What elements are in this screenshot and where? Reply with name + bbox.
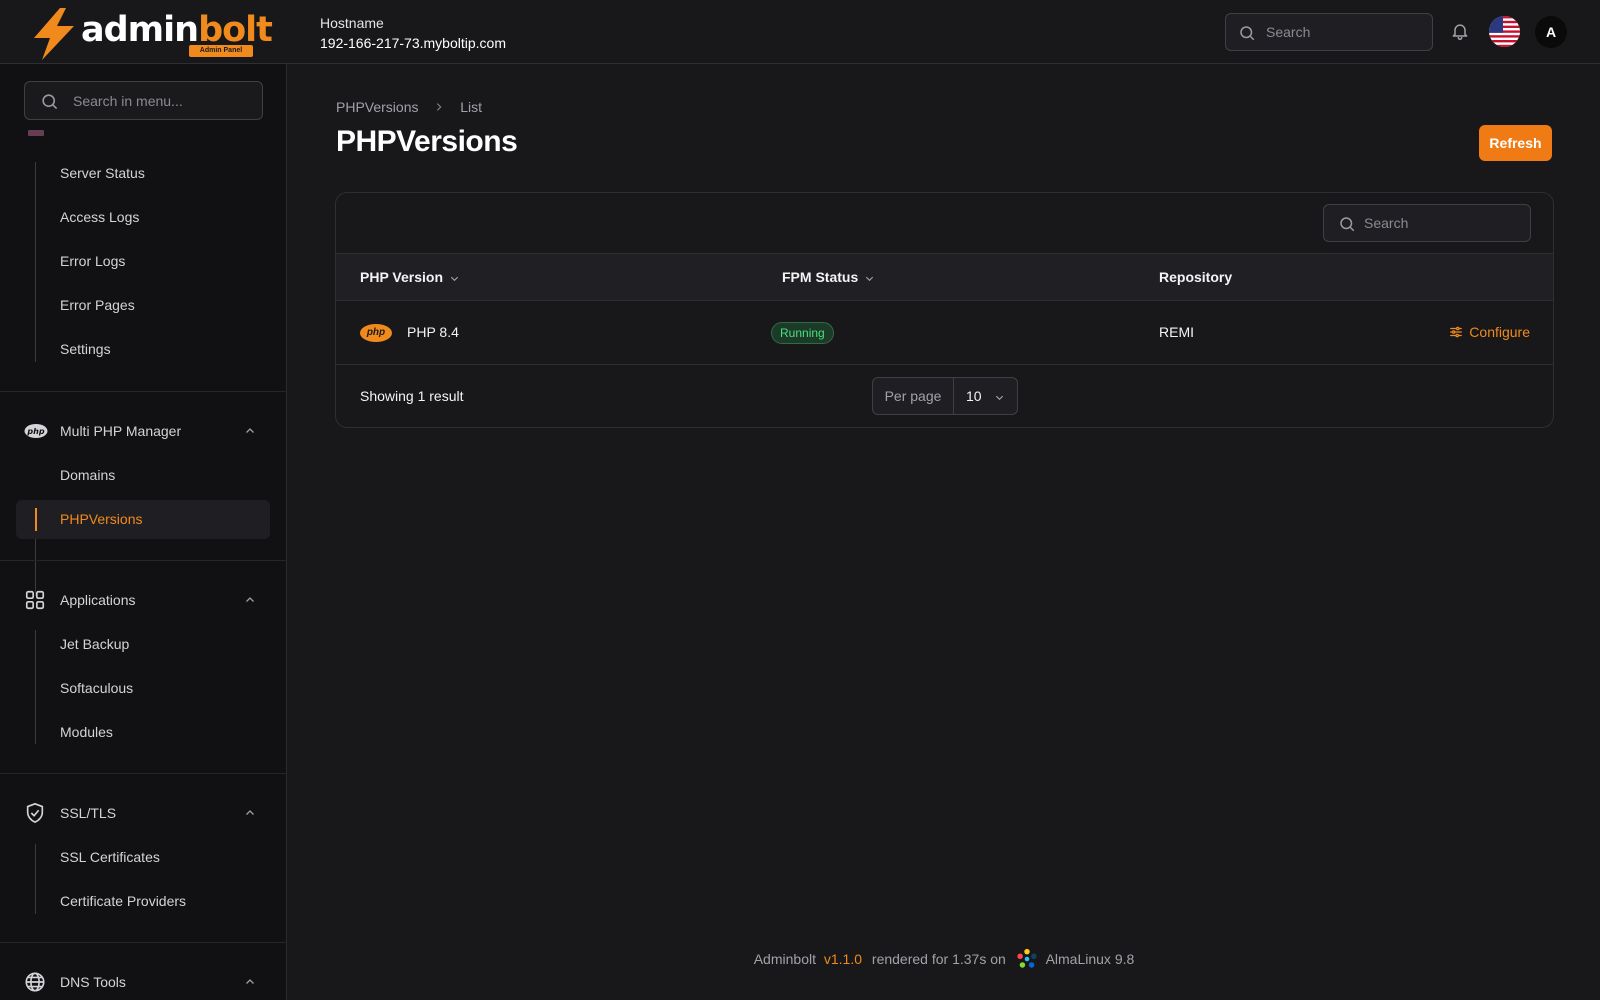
breadcrumb: PHPVersions List xyxy=(336,96,482,117)
sidebar-group-dns-tools[interactable]: DNS Tools xyxy=(16,962,270,1000)
shield-check-icon xyxy=(26,803,44,823)
top-bar: adminbolt Admin Panel Hostname 192-166-2… xyxy=(0,0,1600,64)
sidebar-item-server-status[interactable]: Server Status xyxy=(16,154,270,193)
adminbolt-logo[interactable]: adminbolt Admin Panel xyxy=(30,8,273,60)
column-header-php-version[interactable]: PHP Version xyxy=(360,254,460,300)
chevron-right-icon xyxy=(434,101,444,113)
sidebar-divider xyxy=(0,560,286,561)
phpversions-table-card: PHP Version FPM Status Repository php PH… xyxy=(335,192,1554,428)
logo-wordmark: adminbolt xyxy=(81,10,273,50)
sidebar: Server Status Access Logs Error Logs Err… xyxy=(0,64,287,1000)
column-header-repository: Repository xyxy=(1159,269,1233,285)
footer-render-time: rendered for 1.37s on xyxy=(871,951,1006,968)
chevron-down-icon xyxy=(995,395,1004,401)
sidebar-group-label: Multi PHP Manager xyxy=(60,423,182,439)
chevron-up-icon xyxy=(246,810,254,815)
per-page-label: Per page xyxy=(873,378,954,414)
bolt-icon xyxy=(34,8,74,60)
sidebar-group-ssl-tls[interactable]: SSL/TLS xyxy=(16,793,270,833)
sidebar-divider xyxy=(0,391,286,392)
php-icon: php xyxy=(360,324,392,342)
table-row[interactable]: php PHP 8.4 Running REMI Configure xyxy=(336,301,1553,365)
table-search[interactable] xyxy=(1323,204,1531,242)
hostname-block: Hostname 192-166-217-73.myboltip.com xyxy=(320,13,506,53)
almalinux-icon xyxy=(1016,948,1038,970)
footer-os: AlmaLinux 9.8 xyxy=(1045,951,1135,968)
active-indicator xyxy=(35,508,37,531)
chevron-up-icon xyxy=(246,428,254,433)
page-title: PHPVersions xyxy=(336,125,518,158)
php-version-cell: PHP 8.4 xyxy=(407,324,459,340)
table-footer: Showing 1 result Per page 10 xyxy=(336,365,1553,427)
breadcrumb-item-phpversions[interactable]: PHPVersions xyxy=(336,97,418,117)
grid-icon xyxy=(25,590,45,610)
table-header: PHP Version FPM Status Repository xyxy=(336,253,1553,301)
refresh-button[interactable]: Refresh xyxy=(1479,125,1552,161)
search-icon xyxy=(1240,26,1255,41)
global-search[interactable] xyxy=(1225,13,1433,51)
page-footer: Adminbolt v1.1.0 rendered for 1.37s on A… xyxy=(288,948,1600,970)
sidebar-item-softaculous[interactable]: Softaculous xyxy=(16,669,270,708)
status-badge: Running xyxy=(771,322,834,344)
chevron-up-icon xyxy=(246,979,254,984)
column-label: PHP Version xyxy=(360,269,444,285)
hostname-value: 192-166-217-73.myboltip.com xyxy=(320,35,506,51)
main-content: PHPVersions List PHPVersions Refresh PHP… xyxy=(288,64,1600,1000)
column-header-fpm-status[interactable]: FPM Status xyxy=(782,254,875,300)
sidebar-item-domains[interactable]: Domains xyxy=(16,456,270,495)
sidebar-divider xyxy=(0,942,286,943)
us-flag-icon[interactable] xyxy=(1489,16,1520,47)
sidebar-group-multi-php-manager[interactable]: php Multi PHP Manager xyxy=(16,411,270,451)
sidebar-item-settings[interactable]: Settings xyxy=(16,330,270,369)
sidebar-item-phpversions[interactable]: PHPVersions xyxy=(16,500,270,539)
sidebar-item-jet-backup[interactable]: Jet Backup xyxy=(16,625,270,664)
footer-version[interactable]: v1.1.0 xyxy=(824,949,862,969)
global-search-input[interactable] xyxy=(1266,14,1426,50)
table-search-input[interactable] xyxy=(1364,205,1524,241)
user-avatar[interactable]: A xyxy=(1535,16,1567,48)
sidebar-group-label: Applications xyxy=(60,592,136,608)
sidebar-item-access-logs[interactable]: Access Logs xyxy=(16,198,270,237)
sidebar-item-label: PHPVersions xyxy=(60,511,143,527)
bell-icon[interactable] xyxy=(1450,20,1470,42)
sidebar-item-modules[interactable]: Modules xyxy=(16,713,270,752)
scrolled-section-icon xyxy=(28,130,44,136)
sidebar-item-certificate-providers[interactable]: Certificate Providers xyxy=(16,882,270,921)
configure-label: Configure xyxy=(1469,324,1530,340)
result-count: Showing 1 result xyxy=(360,388,464,404)
sidebar-search-input[interactable] xyxy=(73,82,253,119)
php-icon: php xyxy=(24,424,48,438)
per-page-value: 10 xyxy=(966,388,982,404)
search-icon xyxy=(1340,217,1355,232)
globe-icon xyxy=(25,972,45,992)
sidebar-group-label: SSL/TLS xyxy=(60,805,117,821)
svg-text:php: php xyxy=(26,427,44,436)
sidebar-divider xyxy=(0,773,286,774)
sidebar-search[interactable] xyxy=(24,81,263,120)
chevron-down-icon xyxy=(449,273,460,284)
sidebar-group-applications[interactable]: Applications xyxy=(16,580,270,620)
repository-cell: REMI xyxy=(1159,324,1194,340)
sidebar-item-error-logs[interactable]: Error Logs xyxy=(16,242,270,281)
per-page-select[interactable]: Per page 10 xyxy=(872,377,1018,415)
logo-tag: Admin Panel xyxy=(189,45,253,57)
column-label: FPM Status xyxy=(782,269,859,285)
sidebar-group-label: DNS Tools xyxy=(60,974,126,990)
configure-button[interactable]: Configure xyxy=(1449,301,1530,364)
sidebar-item-error-pages[interactable]: Error Pages xyxy=(16,286,270,325)
breadcrumb-item-list: List xyxy=(460,99,483,116)
footer-app-name: Adminbolt xyxy=(753,951,816,968)
sidebar-item-ssl-certificates[interactable]: SSL Certificates xyxy=(16,838,270,877)
chevron-up-icon xyxy=(246,597,254,602)
sliders-icon xyxy=(1449,325,1463,339)
search-icon xyxy=(42,94,58,110)
chevron-down-icon xyxy=(864,273,875,284)
hostname-label: Hostname xyxy=(320,15,384,31)
